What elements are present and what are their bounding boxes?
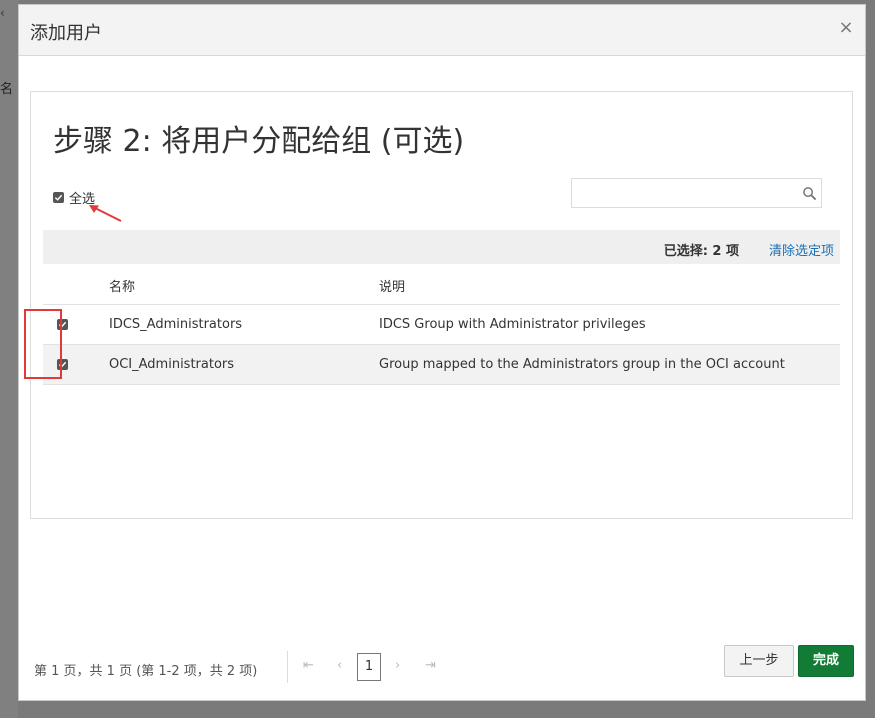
background-label: 名: [0, 82, 14, 97]
annotation-arrow-icon: [89, 205, 122, 222]
table-header: 名称 说明: [43, 264, 840, 305]
close-button[interactable]: ×: [837, 19, 855, 37]
column-header-name[interactable]: 名称: [109, 276, 135, 295]
group-name: OCI_Administrators: [109, 357, 235, 372]
search-input[interactable]: [571, 178, 822, 208]
selected-count: 已选择: 2 项: [663, 244, 739, 259]
pagination-info: 第 1 页，共 1 页 (第 1-2 项，共 2 项): [34, 664, 258, 679]
background-chevron: ‹: [0, 6, 5, 20]
group-name: IDCS_Administrators: [109, 317, 243, 332]
finish-button[interactable]: 完成: [798, 645, 854, 677]
background-overlay: [0, 0, 18, 718]
selection-bar: 已选择: 2 项 清除选定项: [43, 230, 840, 264]
search-icon[interactable]: [802, 186, 817, 201]
groups-table: 名称 说明 IDCS_Administrators IDCS Group wit…: [43, 264, 840, 385]
last-page-icon[interactable]: ⇥: [425, 658, 436, 673]
checkbox-checked-icon[interactable]: [53, 192, 64, 203]
row-checkbox-checked-icon[interactable]: [57, 359, 68, 370]
next-page-icon[interactable]: ›: [395, 658, 400, 673]
back-button[interactable]: 上一步: [724, 645, 794, 677]
step-panel: 步骤 2: 将用户分配给组 (可选) 全选 已选择: 2 项 清除选定项 名称: [30, 91, 853, 519]
dialog-footer: 第 1 页，共 1 页 (第 1-2 项，共 2 项) ⇤ ‹ 1 › ⇥ 上一…: [19, 645, 865, 695]
row-checkbox-checked-icon[interactable]: [57, 319, 68, 330]
step-title: 步骤 2: 将用户分配给组 (可选): [53, 124, 465, 159]
group-description: Group mapped to the Administrators group…: [379, 357, 785, 372]
dialog-title: 添加用户: [30, 23, 102, 44]
first-page-icon[interactable]: ⇤: [303, 658, 314, 673]
add-user-dialog: 添加用户 × 步骤 2: 将用户分配给组 (可选) 全选 已选择: 2 项 清除…: [18, 4, 866, 701]
group-description: IDCS Group with Administrator privileges: [379, 317, 646, 332]
column-header-description[interactable]: 说明: [379, 276, 405, 295]
current-page[interactable]: 1: [357, 653, 381, 681]
clear-selection-link[interactable]: 清除选定项: [769, 240, 834, 259]
table-row[interactable]: OCI_Administrators Group mapped to the A…: [43, 345, 840, 385]
table-row[interactable]: IDCS_Administrators IDCS Group with Admi…: [43, 305, 840, 345]
dialog-header: 添加用户 ×: [19, 5, 865, 56]
pagination-divider: [287, 651, 288, 683]
previous-page-icon[interactable]: ‹: [337, 658, 342, 673]
